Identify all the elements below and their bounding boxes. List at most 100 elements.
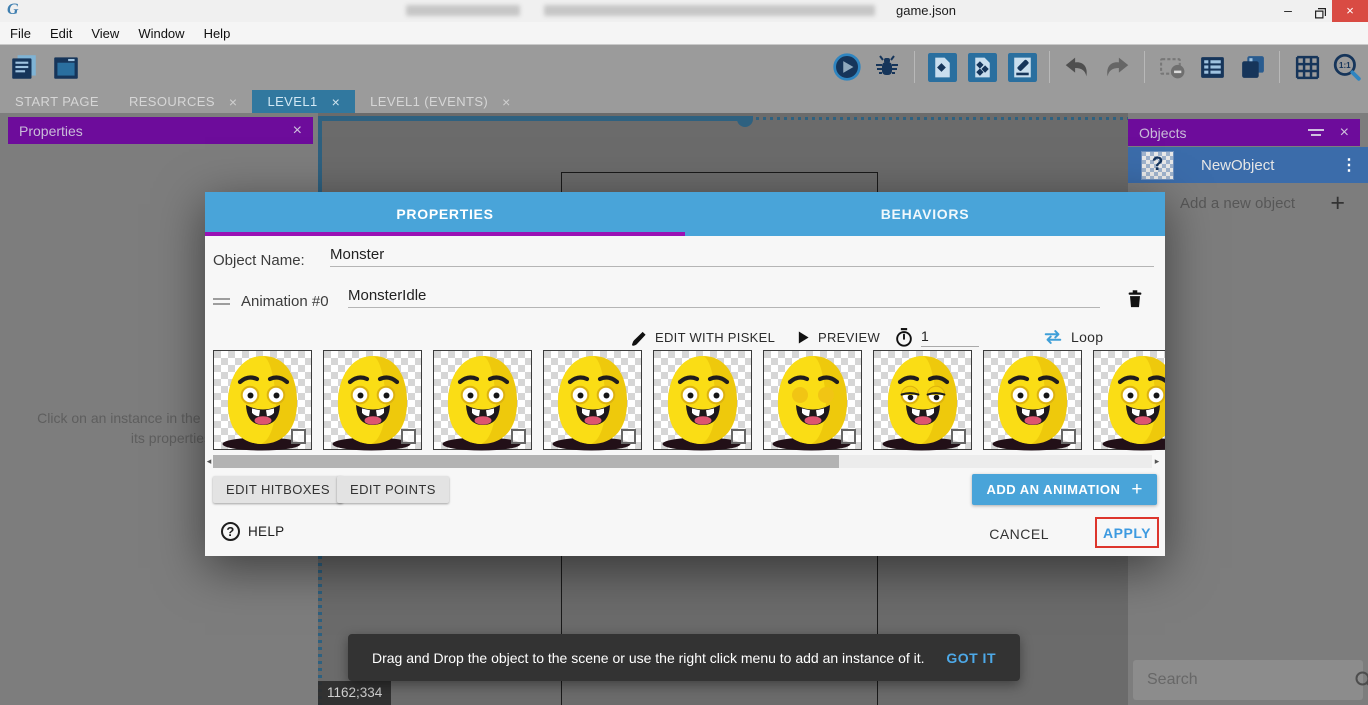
preview-label: PREVIEW [818,330,880,345]
loop-toggle[interactable]: Loop [1043,325,1103,349]
tab-resources[interactable]: RESOURCES × [114,90,253,113]
help-button[interactable]: ? HELP [221,522,284,541]
apply-button[interactable]: APPLY [1103,525,1151,541]
plus-icon: + [1131,479,1143,501]
scroll-right-arrow-icon[interactable]: ▸ [1153,455,1161,468]
toolbar-separator [1279,51,1280,83]
redo-icon[interactable] [1101,51,1133,83]
object-name-field-label: Object Name: [213,252,305,269]
object-groups-icon[interactable] [966,51,998,83]
tab-level1-events[interactable]: LEVEL1 (EVENTS) × [355,90,526,113]
scene-variables-icon[interactable] [1006,51,1038,83]
frame-checkbox[interactable] [401,429,416,444]
start-page-icon[interactable] [50,51,82,83]
menu-view[interactable]: View [89,26,130,41]
scroll-left-arrow-icon[interactable]: ◂ [205,455,213,468]
canvas-horizontal-scroll-thumb[interactable] [737,116,753,127]
frames-scrollbar-thumb[interactable] [213,455,839,468]
animation-frame[interactable] [873,350,972,450]
menu-help[interactable]: Help [202,26,242,41]
canvas-horizontal-scroll-dots [756,117,1128,120]
edit-hitboxes-button[interactable]: EDIT HITBOXES [213,476,343,503]
search-icon [1354,670,1368,690]
play-icon [797,330,810,345]
got-it-button[interactable]: GOT IT [946,650,996,666]
close-icon[interactable]: × [293,122,313,140]
monster-sprite [1094,351,1165,451]
frame-checkbox[interactable] [731,429,746,444]
object-thumbnail: ? [1141,151,1174,180]
animation-name-input[interactable] [348,285,1100,308]
filter-icon[interactable] [1308,129,1324,136]
cancel-button[interactable]: CANCEL [989,526,1049,542]
grid-icon[interactable] [1291,51,1323,83]
animation-frame[interactable] [323,350,422,450]
frame-checkbox[interactable] [621,429,636,444]
minimize-button[interactable]: – [1272,0,1304,22]
debug-icon[interactable] [871,51,903,83]
trash-icon [1125,287,1145,309]
canvas-horizontal-scroll-indicator[interactable] [318,116,742,121]
animation-frame[interactable] [763,350,862,450]
object-list-item-selected[interactable]: ? NewObject ⋮ [1128,147,1368,183]
gdevelop-window: G game.json – × File Edit View Window He… [0,0,1368,705]
tab-label: LEVEL1 [267,94,317,109]
frame-checkbox[interactable] [1061,429,1076,444]
animation-frame[interactable] [653,350,752,450]
tab-start-page[interactable]: START PAGE [0,90,114,113]
menu-file[interactable]: File [8,26,42,41]
add-object-label: Add a new object [1180,195,1330,212]
tab-behaviors[interactable]: BEHAVIORS [685,192,1165,236]
delete-instances-icon[interactable] [1156,51,1188,83]
cursor-coordinates: 1162;334 [318,681,391,705]
menu-bar: File Edit View Window Help [0,22,1368,44]
tab-properties[interactable]: PROPERTIES [205,192,685,236]
search-input[interactable] [1147,671,1354,689]
properties-panel-header: Properties × [8,117,313,144]
add-animation-button[interactable]: ADD AN ANIMATION + [972,474,1157,505]
add-object-icon[interactable] [926,51,958,83]
frame-checkbox[interactable] [841,429,856,444]
toolbar-separator [1049,51,1050,83]
edit-points-button[interactable]: EDIT POINTS [337,476,449,503]
drag-handle-icon[interactable] [213,298,230,308]
instances-list-icon[interactable] [1196,51,1228,83]
tab-level1[interactable]: LEVEL1 × [252,90,355,113]
delete-animation-button[interactable] [1122,285,1148,311]
main-toolbar: 1:1 [0,44,1368,90]
frames-scrollbar-track[interactable] [213,455,1152,468]
help-label: HELP [248,524,284,539]
kebab-menu-icon[interactable]: ⋮ [1341,155,1357,175]
animation-frame[interactable] [983,350,1082,450]
animation-frame[interactable] [1093,350,1165,450]
menu-window[interactable]: Window [136,26,195,41]
plus-icon[interactable]: + [1330,189,1345,218]
time-between-frames-input[interactable] [921,328,979,347]
redacted-title-text [544,5,875,16]
preview-animation-button[interactable]: PREVIEW [797,325,880,349]
help-question-icon: ? [221,522,240,541]
frame-checkbox[interactable] [511,429,526,444]
project-manager-icon[interactable] [8,51,40,83]
tab-close-icon[interactable]: × [332,94,341,110]
edit-with-piskel-button[interactable]: EDIT WITH PISKEL [630,325,775,349]
window-title: game.json [896,3,956,18]
close-icon[interactable]: × [1340,124,1360,142]
animation-frame[interactable] [543,350,642,450]
layers-icon[interactable] [1236,51,1268,83]
tab-close-icon[interactable]: × [502,94,511,110]
preview-play-icon[interactable] [831,51,863,83]
menu-edit[interactable]: Edit [48,26,83,41]
animation-frame[interactable] [433,350,532,450]
object-name-input[interactable] [330,244,1154,267]
tab-close-icon[interactable]: × [229,94,238,110]
animation-frame[interactable] [213,350,312,450]
close-button[interactable]: × [1332,0,1368,22]
frame-checkbox[interactable] [291,429,306,444]
title-bar: G game.json – × [0,0,1368,22]
toolbar-separator [914,51,915,83]
frame-checkbox[interactable] [951,429,966,444]
undo-icon[interactable] [1061,51,1093,83]
zoom-1-1-icon[interactable]: 1:1 [1331,51,1363,83]
active-tab-indicator [205,232,685,236]
